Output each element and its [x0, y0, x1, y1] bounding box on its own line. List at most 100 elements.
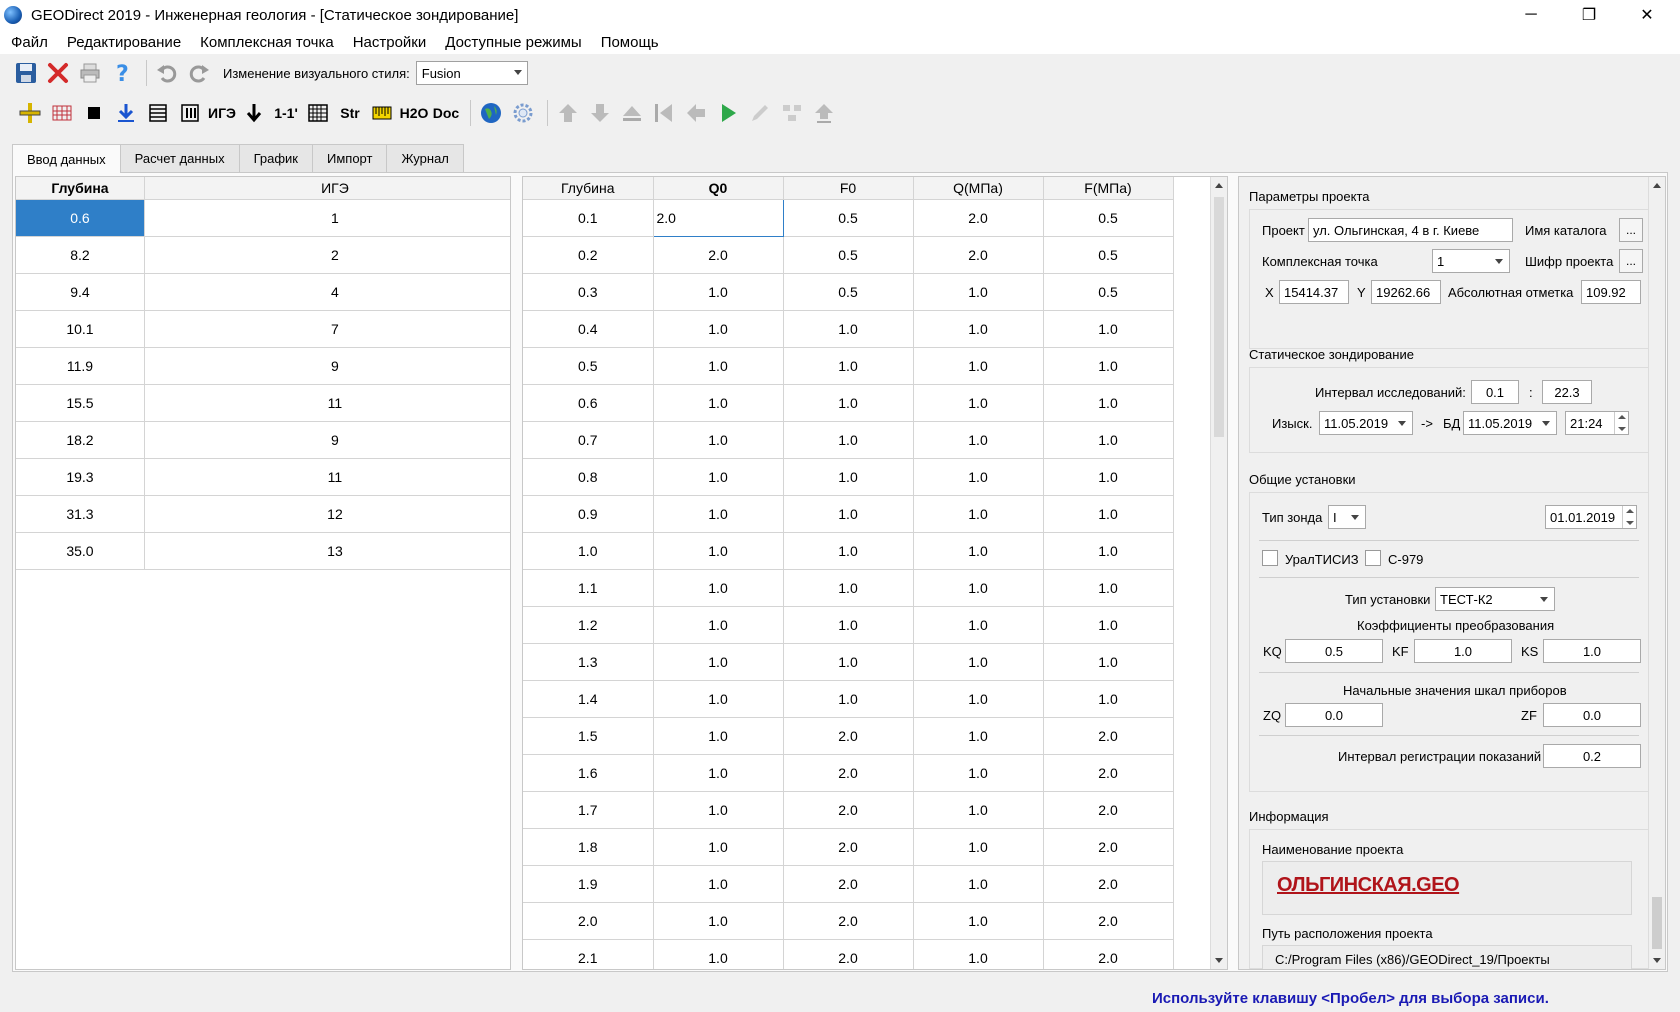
f-mpa-cell[interactable]: 2.0: [1043, 865, 1174, 903]
f0-cell[interactable]: 1.0: [783, 606, 914, 644]
depth-cell[interactable]: 0.7: [523, 421, 654, 459]
zf-input[interactable]: 0.0: [1543, 703, 1641, 727]
f-mpa-cell[interactable]: 0.5: [1043, 273, 1174, 311]
f0-cell[interactable]: 1.0: [783, 310, 914, 348]
q0-cell[interactable]: 1.0: [653, 939, 784, 969]
f0-cell[interactable]: 2.0: [783, 791, 914, 829]
table-row[interactable]: 1.4 1.0 1.0 1.0 1.0: [523, 680, 1174, 718]
depth-cell[interactable]: 0.3: [523, 273, 654, 311]
q0-cell[interactable]: 2.0: [653, 236, 784, 274]
f0-cell[interactable]: 2.0: [783, 902, 914, 940]
f0-cell[interactable]: 1.0: [783, 421, 914, 459]
upload-icon[interactable]: [810, 99, 838, 127]
f-mpa-cell[interactable]: 1.0: [1043, 310, 1174, 348]
table-row[interactable]: 1.1 1.0 1.0 1.0 1.0: [523, 569, 1174, 607]
depth-cell[interactable]: 1.3: [523, 643, 654, 681]
save-icon[interactable]: [12, 59, 40, 87]
q0-cell[interactable]: 1.0: [653, 458, 784, 496]
move-down-icon[interactable]: [586, 99, 614, 127]
c979-checkbox[interactable]: [1365, 550, 1381, 566]
f-mpa-cell[interactable]: 1.0: [1043, 458, 1174, 496]
f-mpa-cell[interactable]: 2.0: [1043, 754, 1174, 792]
q0-cell[interactable]: 1.0: [653, 532, 784, 570]
gear-icon[interactable]: [509, 99, 537, 127]
depth-cell[interactable]: 1.6: [523, 754, 654, 792]
ige-cell[interactable]: 4: [144, 273, 510, 311]
depth-cell[interactable]: 1.1: [523, 569, 654, 607]
help-icon[interactable]: ?: [108, 59, 136, 87]
q-mpa-cell[interactable]: 1.0: [913, 273, 1044, 311]
column-header-depth[interactable]: Глубина: [16, 177, 145, 200]
f0-cell[interactable]: 2.0: [783, 865, 914, 903]
depth-cell[interactable]: 1.0: [523, 532, 654, 570]
scroll-down-icon[interactable]: [1215, 958, 1223, 963]
depth-cell[interactable]: 0.4: [523, 310, 654, 348]
q-mpa-cell[interactable]: 1.0: [913, 680, 1044, 718]
prev-icon[interactable]: [650, 99, 678, 127]
table-row[interactable]: 0.7 1.0 1.0 1.0 1.0: [523, 421, 1174, 459]
abs-input[interactable]: 109.92: [1581, 280, 1641, 304]
q-mpa-cell[interactable]: 1.0: [913, 754, 1044, 792]
f0-cell[interactable]: 1.0: [783, 680, 914, 718]
f0-cell[interactable]: 0.5: [783, 236, 914, 274]
column-header-ige[interactable]: ИГЭ: [144, 177, 510, 200]
f0-cell[interactable]: 0.5: [783, 273, 914, 311]
move-up-icon[interactable]: [554, 99, 582, 127]
table-row[interactable]: 0.4 1.0 1.0 1.0 1.0: [523, 310, 1174, 348]
f-mpa-cell[interactable]: 1.0: [1043, 680, 1174, 718]
catalog-browse-button[interactable]: ...: [1619, 218, 1643, 242]
ige-cell[interactable]: 7: [144, 310, 510, 348]
table-row[interactable]: 2.1 1.0 2.0 1.0 2.0: [523, 939, 1174, 969]
q-mpa-cell[interactable]: 1.0: [913, 495, 1044, 533]
q-mpa-cell[interactable]: 2.0: [913, 236, 1044, 274]
column-header-q-mpa[interactable]: Q(МПа): [913, 177, 1044, 200]
delete-icon[interactable]: [44, 59, 72, 87]
depth-cell[interactable]: 1.4: [523, 680, 654, 718]
table-row[interactable]: 0.3 1.0 0.5 1.0 0.5: [523, 273, 1174, 311]
depth-cell[interactable]: 0.6: [523, 384, 654, 422]
install-type-select[interactable]: ТЕСТ-К2: [1435, 587, 1555, 611]
q-mpa-cell[interactable]: 1.0: [913, 310, 1044, 348]
q-mpa-cell[interactable]: 1.0: [913, 865, 1044, 903]
table-row[interactable]: 35.0 13: [16, 532, 510, 570]
table-row[interactable]: 1.3 1.0 1.0 1.0 1.0: [523, 643, 1174, 681]
table-row[interactable]: 0.1 2.0 0.5 2.0 0.5: [523, 198, 1174, 237]
add-layer-icon[interactable]: [16, 99, 44, 127]
y-input[interactable]: 19262.66: [1371, 280, 1441, 304]
globe-icon[interactable]: [477, 99, 505, 127]
table-row[interactable]: 8.2 2: [16, 236, 510, 274]
pencil-icon[interactable]: [746, 99, 774, 127]
q0-cell[interactable]: 2.0: [652, 198, 784, 237]
depth-cell[interactable]: 0.9: [523, 495, 654, 533]
depth-cell[interactable]: 0.8: [523, 458, 654, 496]
scroll-thumb[interactable]: [1214, 197, 1224, 437]
ruler-icon[interactable]: [368, 99, 396, 127]
table-row[interactable]: 1.0 1.0 1.0 1.0 1.0: [523, 532, 1174, 570]
f-mpa-cell[interactable]: 1.0: [1043, 532, 1174, 570]
back-icon[interactable]: [682, 99, 710, 127]
section-button[interactable]: 1-1': [272, 99, 300, 127]
zq-input[interactable]: 0.0: [1285, 703, 1383, 727]
table-row[interactable]: 0.5 1.0 1.0 1.0 1.0: [523, 347, 1174, 385]
ige-button[interactable]: ИГЭ: [208, 99, 236, 127]
ige-cell[interactable]: 13: [144, 532, 510, 570]
depth-cell[interactable]: 2.1: [523, 939, 654, 969]
q-mpa-cell[interactable]: 1.0: [913, 347, 1044, 385]
f-mpa-cell[interactable]: 1.0: [1043, 569, 1174, 607]
scroll-thumb[interactable]: [1652, 897, 1662, 949]
tab-graph[interactable]: График: [238, 144, 313, 172]
depth-cell[interactable]: 15.5: [16, 384, 145, 422]
column-header-f-mpa[interactable]: F(МПа): [1043, 177, 1174, 200]
q0-cell[interactable]: 1.0: [653, 310, 784, 348]
f0-cell[interactable]: 1.0: [783, 495, 914, 533]
ige-cell[interactable]: 12: [144, 495, 510, 533]
calendar-grid-icon[interactable]: [304, 99, 332, 127]
bd-date-input[interactable]: 11.05.2019: [1463, 411, 1557, 435]
q0-cell[interactable]: 1.0: [653, 828, 784, 866]
q-mpa-cell[interactable]: 1.0: [913, 458, 1044, 496]
q0-cell[interactable]: 1.0: [653, 347, 784, 385]
hatch-icon[interactable]: [48, 99, 76, 127]
maximize-button[interactable]: ❐: [1566, 0, 1612, 30]
q0-cell[interactable]: 1.0: [653, 865, 784, 903]
ige-cell[interactable]: 11: [144, 384, 510, 422]
